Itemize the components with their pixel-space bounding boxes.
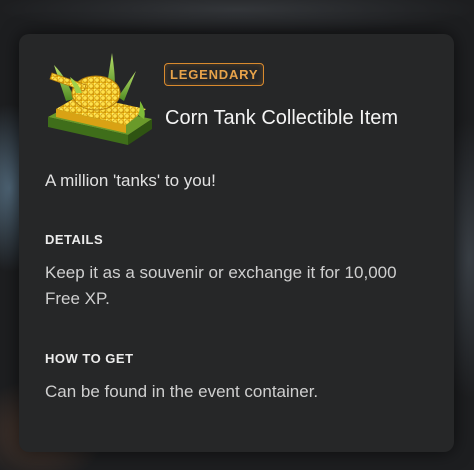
corn-tank-icon [40,47,158,151]
item-title: Corn Tank Collectible Item [165,107,399,129]
item-description: A million 'tanks' to you! [45,171,216,190]
item-tooltip-card: LEGENDARY Corn Tank Collectible Item A m… [19,34,454,452]
how-to-get-text: Can be found in the event container. [45,382,319,401]
details-text: Keep it as a souvenir or exchange it for… [45,263,397,308]
how-to-get-heading: HOW TO GET [45,351,134,366]
rarity-badge: LEGENDARY [164,63,265,86]
details-heading: DETAILS [45,232,104,247]
